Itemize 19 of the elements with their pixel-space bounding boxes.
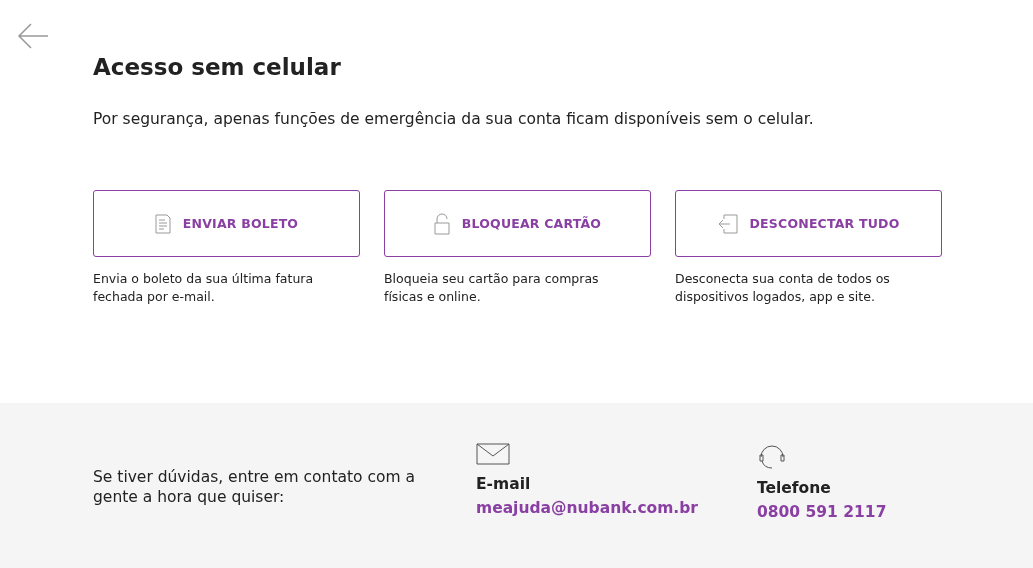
contact-link[interactable]: meajuda@nubank.com.br bbox=[476, 499, 698, 517]
contact-label: Telefone bbox=[757, 479, 831, 497]
action-button[interactable]: DESCONECTAR TUDO bbox=[675, 190, 942, 257]
action-description: Bloqueia seu cartão para compras físicas e online. bbox=[384, 270, 600, 306]
document-icon bbox=[154, 213, 171, 234]
contact-text: Se tiver dúvidas, entre em contato com a gente a hora que quiser: bbox=[93, 467, 417, 508]
page-title: Acesso sem celular bbox=[93, 53, 342, 80]
contact-label: E-mail bbox=[476, 475, 531, 493]
back-arrow-icon[interactable] bbox=[17, 22, 49, 50]
action-button[interactable]: BLOQUEAR CARTÃO bbox=[384, 190, 651, 257]
contact-link[interactable]: 0800 591 2117 bbox=[757, 503, 887, 521]
envelope-icon bbox=[476, 443, 510, 465]
lock-icon bbox=[433, 212, 450, 235]
headset-icon bbox=[757, 443, 787, 469]
intro-text: Por segurança, apenas funções de emergência da sua conta ficam disponíveis sem o celular. bbox=[93, 110, 815, 128]
action-description: Envia o boleto da sua última fatura fechada por e-mail. bbox=[93, 270, 315, 306]
action-description: Desconecta sua conta de todos os dispositivos logados, app e site. bbox=[675, 270, 891, 306]
logout-icon bbox=[717, 213, 738, 234]
action-button[interactable]: ENVIAR BOLETO bbox=[93, 190, 360, 257]
